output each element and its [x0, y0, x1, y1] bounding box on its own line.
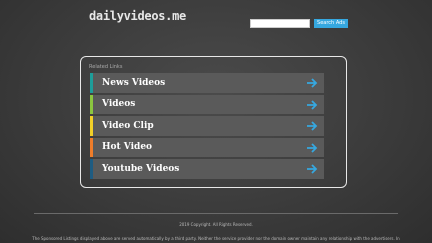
arrow-right-icon: [307, 164, 318, 174]
arrow-right-icon: [307, 121, 318, 131]
search-ads-button[interactable]: Search Ads: [314, 19, 348, 28]
arrow-right-icon: [307, 78, 318, 88]
related-link-videos[interactable]: Videos: [90, 94, 324, 114]
footer-divider: [34, 213, 398, 214]
related-link-news-videos[interactable]: News Videos: [90, 73, 324, 93]
related-links-list: News Videos Videos Video Clip Hot Video …: [90, 73, 324, 181]
arrow-right-icon: [307, 99, 318, 110]
related-link-label: Videos: [102, 99, 136, 110]
related-link-hot-video[interactable]: Hot Video: [90, 137, 324, 157]
related-links-panel: Related Links News Videos Videos Video C…: [80, 56, 347, 188]
search-bar: Search Ads: [250, 19, 348, 28]
search-input[interactable]: [250, 19, 310, 28]
copyright-text: 2019 Copyright. All Rights Reserved.: [179, 222, 253, 227]
disclaimer-text: The Sponsored Listings displayed above a…: [32, 236, 400, 241]
related-link-label: Youtube Videos: [102, 163, 180, 174]
related-links-heading: Related Links: [89, 64, 123, 70]
arrow-right-icon: [307, 142, 318, 153]
related-link-label: News Videos: [102, 77, 166, 88]
site-logo[interactable]: dailyvideos.me: [89, 9, 186, 23]
related-link-label: Video Clip: [102, 120, 154, 131]
related-link-label: Hot Video: [102, 142, 153, 153]
related-link-youtube-videos[interactable]: Youtube Videos: [90, 159, 324, 179]
related-link-video-clip[interactable]: Video Clip: [90, 116, 324, 136]
